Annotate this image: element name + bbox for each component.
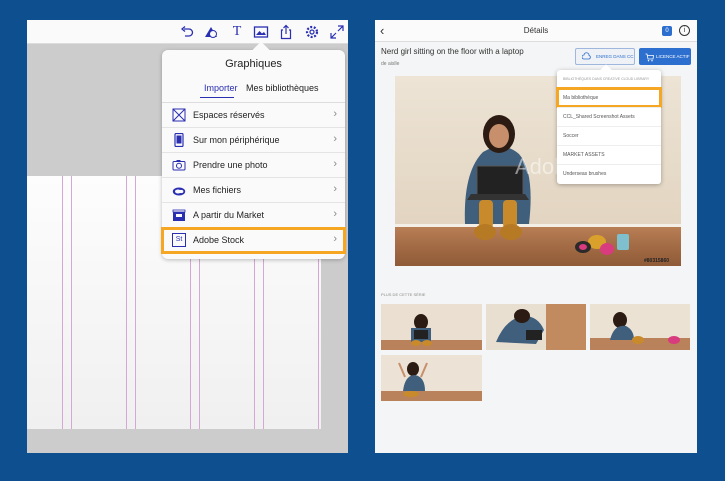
save-to-library-button[interactable]: ENREG DANS CC (575, 48, 635, 65)
info-icon[interactable]: i (679, 25, 690, 36)
library-option-label: CCL_Shared Screenshot Assets (563, 114, 635, 120)
right-screenshot-panel: ‹ Détails 0 i Nerd girl sitting on the f… (375, 20, 697, 453)
menu-item-label: Mes fichiers (193, 185, 242, 195)
menu-item-label: A partir du Market (193, 210, 265, 220)
series-thumbnail[interactable] (381, 355, 482, 401)
placeholder-icon (172, 108, 186, 122)
menu-item-my-files[interactable]: Mes fichiers › (162, 178, 345, 203)
nav-title: Détails (523, 26, 549, 35)
column-guide (71, 176, 72, 429)
active-tab-underline (200, 97, 234, 98)
series-thumbnail[interactable] (381, 304, 482, 350)
details-nav-bar: ‹ Détails 0 i (375, 20, 697, 42)
save-button-label: ENREG DANS CC (596, 54, 634, 59)
menu-item-placeholders[interactable]: Espaces réservés › (162, 103, 345, 128)
expand-icon[interactable] (329, 24, 345, 40)
menu-item-label: Adobe Stock (193, 235, 245, 245)
undo-icon[interactable] (179, 24, 195, 40)
library-dropdown: BIBLIOTHÈQUES DANS CREATIVE CLOUD LIBRAR… (556, 64, 662, 184)
license-button[interactable]: LICENCE ACTIF (639, 48, 691, 65)
menu-item-take-photo[interactable]: Prendre une photo › (162, 153, 345, 178)
menu-item-adobe-stock[interactable]: St Adobe Stock › (161, 227, 346, 254)
chevron-right-icon: › (333, 108, 337, 120)
creative-cloud-icon (172, 183, 186, 197)
library-option[interactable]: CCL_Shared Screenshot Assets (557, 107, 661, 126)
image-title: Nerd girl sitting on the floor with a la… (381, 47, 524, 56)
image-icon[interactable] (253, 24, 269, 40)
menu-item-label: Espaces réservés (193, 110, 265, 120)
menu-item-label: Sur mon périphérique (193, 135, 280, 145)
menu-item-market[interactable]: A partir du Market › (162, 203, 345, 228)
adobe-stock-icon: St (172, 233, 186, 247)
cart-icon (645, 52, 654, 62)
chevron-right-icon: › (333, 233, 337, 245)
chevron-right-icon: › (333, 208, 337, 220)
chevron-right-icon: › (333, 133, 337, 145)
column-guide (126, 176, 127, 429)
more-from-series-label: PLUS DE CETTE SÉRIE (381, 292, 426, 297)
cart-count-badge[interactable]: 0 (662, 26, 672, 36)
text-icon[interactable]: T (229, 24, 245, 40)
series-thumbnail[interactable] (590, 304, 690, 350)
library-option[interactable]: Underseas brushes (557, 164, 661, 183)
chevron-right-icon: › (333, 183, 337, 195)
library-option-label: MARKET ASSETS (563, 152, 605, 158)
photo-id: #80315860 (644, 258, 670, 264)
market-icon (172, 208, 186, 222)
library-option[interactable]: Soccer (557, 126, 661, 145)
column-guide (135, 176, 136, 429)
dropdown-header: BIBLIOTHÈQUES DANS CREATIVE CLOUD LIBRAR… (563, 77, 650, 81)
cloud-download-icon (581, 52, 591, 61)
top-toolbar: T (27, 20, 348, 44)
library-option-label: Soccer (563, 133, 579, 139)
library-option[interactable]: MARKET ASSETS (557, 145, 661, 164)
share-icon[interactable] (278, 24, 294, 40)
library-option-label: Ma bibliothèque (563, 95, 599, 101)
tab-my-libraries[interactable]: Mes bibliothèques (246, 83, 319, 93)
tab-importer[interactable]: Importer (204, 83, 238, 93)
chevron-right-icon: › (333, 158, 337, 170)
library-option-my-library[interactable]: Ma bibliothèque (556, 87, 662, 108)
popover-title: Graphiques (225, 58, 282, 70)
column-guide (62, 176, 63, 429)
device-icon (172, 132, 186, 148)
camera-icon (172, 158, 186, 172)
series-thumbnail[interactable] (486, 304, 586, 350)
settings-icon[interactable] (304, 24, 320, 40)
shapes-icon[interactable] (203, 24, 219, 40)
menu-item-label: Prendre une photo (193, 160, 268, 170)
left-screenshot-panel: T Graphiques Importer Mes bibliothèques … (27, 20, 348, 453)
library-option-label: Underseas brushes (563, 171, 607, 177)
license-button-label: LICENCE ACTIF (656, 54, 690, 59)
graphics-popover: Graphiques Importer Mes bibliothèques Es… (161, 41, 346, 259)
image-author[interactable]: de aislle (381, 61, 399, 67)
menu-item-device[interactable]: Sur mon périphérique › (162, 128, 345, 153)
dropdown-arrow (600, 64, 612, 76)
